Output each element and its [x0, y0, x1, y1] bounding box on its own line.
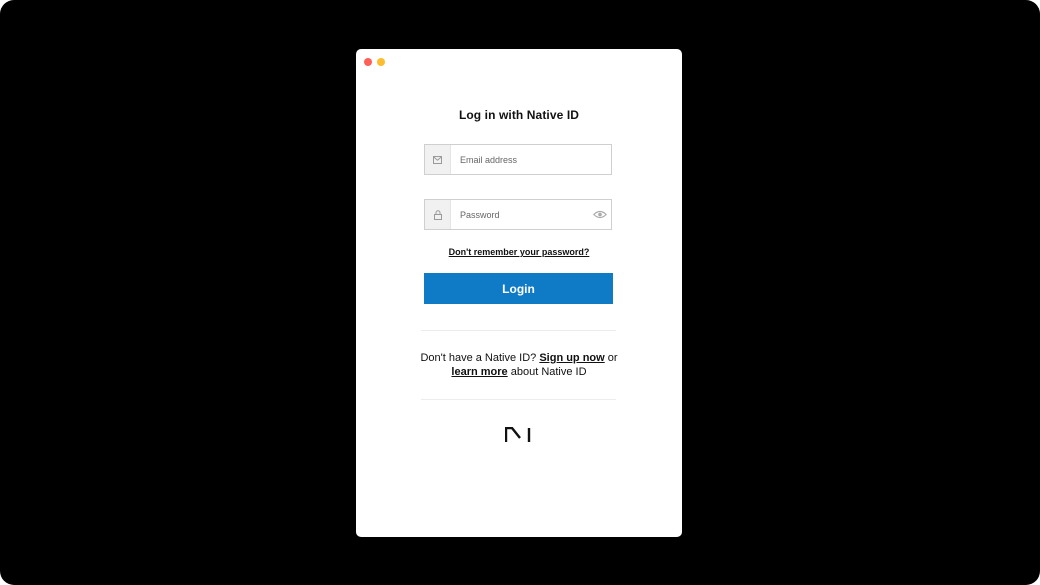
login-window: Log in with Native ID Email address Don'…: [356, 49, 682, 537]
signup-link[interactable]: Sign up now: [539, 352, 604, 364]
learn-more-link[interactable]: learn more: [451, 366, 507, 378]
screen-backdrop: Log in with Native ID Email address Don'…: [0, 0, 1040, 585]
signup-middle: or: [607, 352, 618, 364]
forgot-password-link[interactable]: Don't remember your password?: [449, 247, 590, 257]
email-input[interactable]: [451, 145, 611, 174]
divider: [421, 399, 616, 400]
signup-text: Don't have a Native ID? Sign up now or l…: [406, 352, 632, 379]
login-button[interactable]: Login: [424, 273, 613, 304]
email-field[interactable]: [424, 144, 612, 175]
signup-suffix: about Native ID: [510, 365, 587, 378]
native-logo: [505, 427, 531, 442]
signup-prefix: Don't have a Native ID?: [420, 352, 537, 364]
password-field[interactable]: [424, 199, 612, 230]
eye-icon[interactable]: [589, 200, 611, 229]
lock-icon: [425, 200, 451, 229]
page-title: Log in with Native ID: [458, 108, 580, 122]
email-icon: [425, 145, 451, 174]
close-window-button[interactable]: [364, 58, 372, 66]
password-input[interactable]: [451, 200, 589, 229]
divider: [421, 330, 616, 331]
window-controls: [364, 58, 385, 66]
minimize-window-button[interactable]: [377, 58, 385, 66]
forgot-password-row: Don't remember your password?: [356, 247, 682, 257]
